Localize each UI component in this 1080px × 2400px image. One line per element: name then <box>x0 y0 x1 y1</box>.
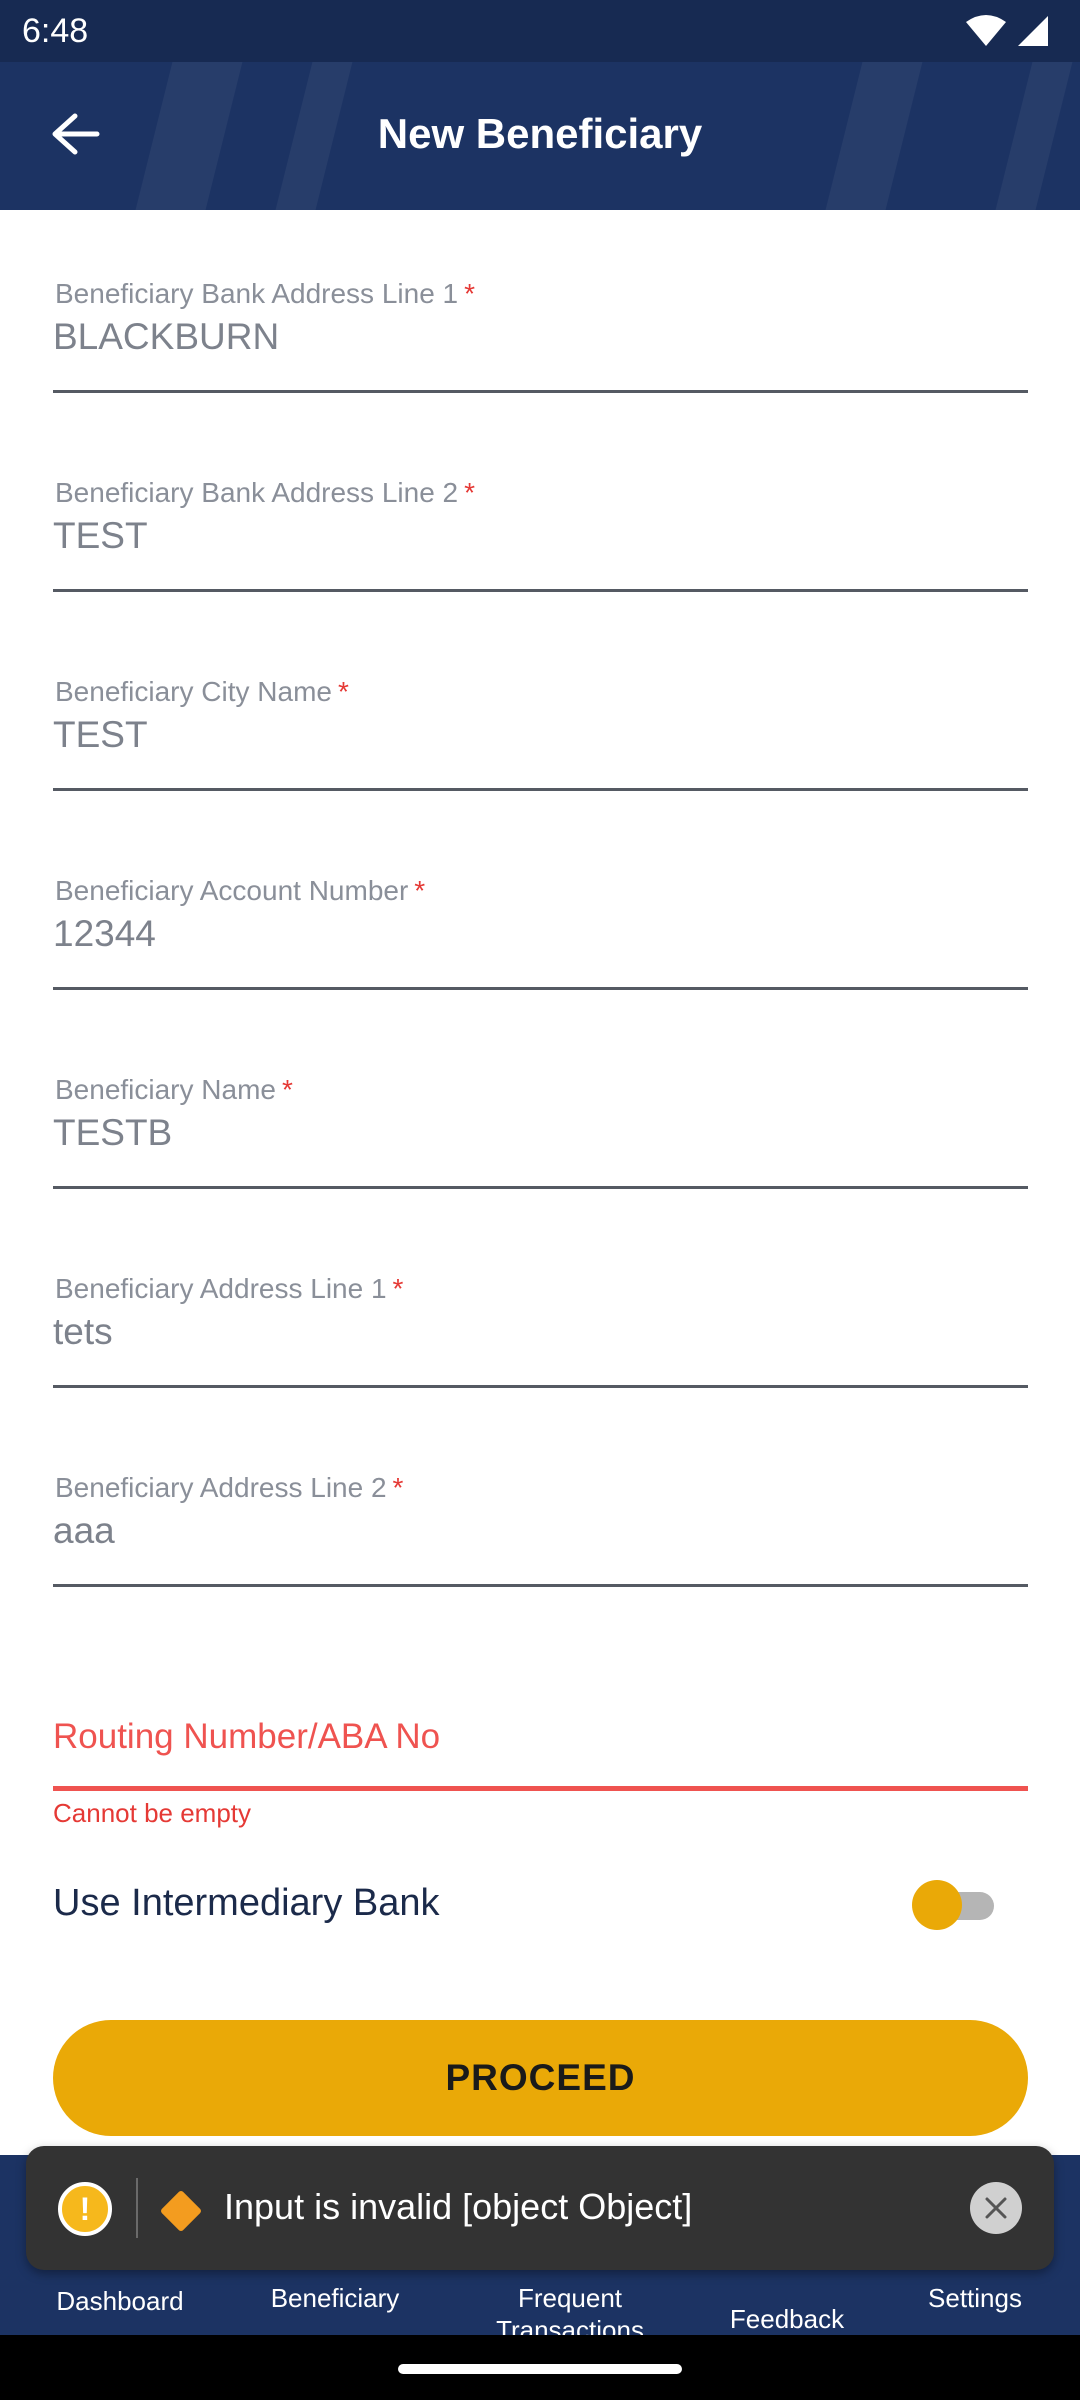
field-underline <box>53 788 1028 791</box>
field-value[interactable]: 12344 <box>53 913 156 955</box>
close-toast-button[interactable] <box>970 2182 1022 2234</box>
cell-signal-icon <box>1018 16 1048 46</box>
field-label: Beneficiary Address Line 1 * <box>55 1273 404 1304</box>
beneficiary-name-field[interactable]: Beneficiary Name * TESTB <box>53 1074 1028 1264</box>
toast-message: Input is invalid [object Object] <box>224 2186 693 2227</box>
field-underline <box>53 1385 1028 1388</box>
intermediary-bank-toggle[interactable] <box>912 1880 1002 1930</box>
diamond-icon <box>159 2189 203 2233</box>
field-label: Beneficiary Bank Address Line 1 * <box>55 278 476 309</box>
status-icons <box>966 14 1050 48</box>
close-icon <box>985 2197 1007 2219</box>
nav-item-feedback[interactable]: Feedback <box>707 2303 867 2335</box>
toggle-knob <box>912 1880 962 1930</box>
routing-number-underline <box>53 1786 1028 1791</box>
field-value[interactable]: BLACKBURN <box>53 316 279 358</box>
field-label: Beneficiary City Name * <box>55 676 349 707</box>
nav-item-dashboard[interactable]: Dashboard <box>40 2285 200 2317</box>
toast-divider <box>136 2178 138 2238</box>
bank-address-line2-field[interactable]: Beneficiary Bank Address Line 2 * TEST <box>53 477 1028 667</box>
field-underline <box>53 987 1028 990</box>
field-underline <box>53 1584 1028 1587</box>
status-bar: 6:48 <box>0 0 1080 62</box>
error-toast: ! Input is invalid [object Object] <box>26 2146 1054 2270</box>
field-underline <box>53 1186 1028 1189</box>
field-value[interactable]: tets <box>53 1311 113 1353</box>
field-label: Beneficiary Account Number * <box>55 875 426 906</box>
field-underline <box>53 589 1028 592</box>
field-value[interactable]: TEST <box>53 714 148 756</box>
field-label: Beneficiary Name * <box>55 1074 293 1105</box>
gesture-area <box>0 2335 1080 2400</box>
field-value[interactable]: aaa <box>53 1510 115 1552</box>
routing-number-error: Cannot be empty <box>53 1798 252 1828</box>
bank-address-line1-field[interactable]: Beneficiary Bank Address Line 1 * BLACKBU… <box>53 278 1028 468</box>
warning-icon: ! <box>58 2182 112 2236</box>
field-value[interactable]: TESTB <box>53 1112 172 1154</box>
app-bar: New Beneficiary <box>0 62 1080 210</box>
account-number-field[interactable]: Beneficiary Account Number * 12344 <box>53 875 1028 1065</box>
nav-item-settings[interactable]: Settings <box>895 2282 1055 2314</box>
field-label: Beneficiary Address Line 2 * <box>55 1472 404 1503</box>
address-line1-field[interactable]: Beneficiary Address Line 1 * tets <box>53 1273 1028 1463</box>
intermediary-bank-label: Use Intermediary Bank <box>53 1882 440 1924</box>
nav-item-beneficiary[interactable]: Beneficiary <box>255 2282 415 2314</box>
field-underline <box>53 390 1028 393</box>
page-title: New Beneficiary <box>377 110 703 157</box>
routing-number-input[interactable]: Routing Number/ABA No <box>53 1717 440 1757</box>
city-name-field[interactable]: Beneficiary City Name * TEST <box>53 676 1028 866</box>
status-time: 6:48 <box>22 12 89 50</box>
address-line2-field[interactable]: Beneficiary Address Line 2 * aaa <box>53 1472 1028 1662</box>
wifi-icon <box>966 15 1006 46</box>
home-gesture-bar[interactable] <box>398 2364 682 2374</box>
field-label: Beneficiary Bank Address Line 2 * <box>55 477 476 508</box>
proceed-button[interactable]: PROCEED <box>53 2020 1028 2136</box>
field-value[interactable]: TEST <box>53 515 148 557</box>
